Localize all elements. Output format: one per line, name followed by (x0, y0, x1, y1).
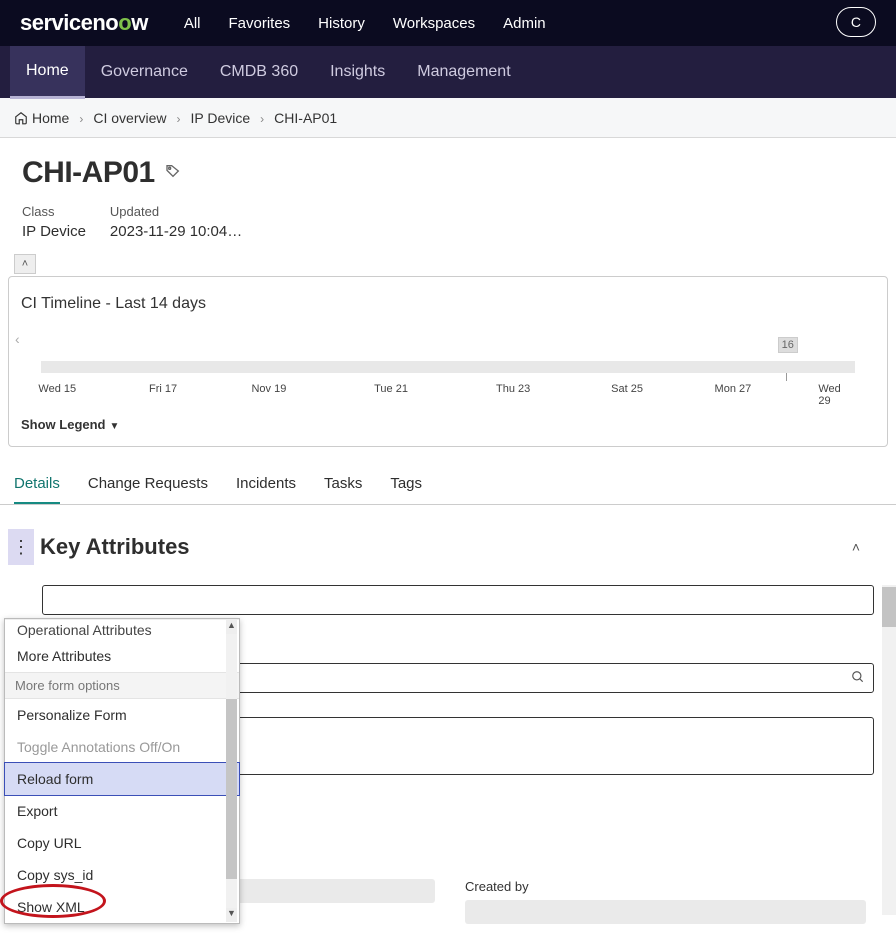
detail-tab-tasks[interactable]: Tasks (324, 465, 362, 504)
top-nav-favorites[interactable]: Favorites (228, 15, 290, 32)
brand-logo: servicenoow (20, 10, 148, 36)
updated-label: Updated (110, 204, 242, 219)
chevron-right-icon: › (260, 112, 264, 126)
crumb-ip-device[interactable]: IP Device (191, 110, 251, 126)
timeline-date: Tue 21 (374, 383, 408, 395)
detail-tab-incidents[interactable]: Incidents (236, 465, 296, 504)
page-title: CHI-AP01 (22, 156, 155, 190)
breadcrumb: Home › CI overview › IP Device › CHI-AP01 (0, 98, 896, 138)
top-nav-admin[interactable]: Admin (503, 15, 546, 32)
tab-governance[interactable]: Governance (85, 47, 204, 97)
collapse-toggle[interactable]: ˄ (14, 254, 36, 274)
menu-scroll-up-icon[interactable]: ▲ (226, 620, 237, 634)
menu-item-operational-attributes[interactable]: Operational Attributes (5, 619, 239, 640)
menu-item-export[interactable]: Export (5, 795, 239, 827)
context-menu: ▲ Operational Attributes More Attributes… (4, 618, 240, 924)
tab-insights[interactable]: Insights (314, 47, 401, 97)
detail-tab-tags[interactable]: Tags (390, 465, 422, 504)
create-button[interactable]: C (836, 7, 876, 37)
attribute-input-1[interactable] (42, 585, 874, 615)
tab-cmdb-360[interactable]: CMDB 360 (204, 47, 314, 97)
tag-icon[interactable] (165, 163, 181, 184)
menu-scroll-down-icon[interactable]: ▼ (226, 908, 237, 922)
tab-home[interactable]: Home (10, 46, 85, 99)
timeline-date: Wed 15 (38, 383, 76, 395)
created-by-field (465, 900, 866, 924)
more-actions-button[interactable]: ⋮ (8, 529, 34, 565)
top-nav-all[interactable]: All (184, 15, 201, 32)
timeline-date: Sat 25 (611, 383, 643, 395)
class-value: IP Device (22, 223, 86, 240)
menu-item-copy-url[interactable]: Copy URL (5, 827, 239, 859)
scrollbar-track[interactable] (882, 585, 896, 915)
chevron-right-icon: › (79, 112, 83, 126)
top-nav-workspaces[interactable]: Workspaces (393, 15, 475, 32)
detail-tabs: Details Change Requests Incidents Tasks Tags (0, 465, 896, 505)
detail-tab-change-requests[interactable]: Change Requests (88, 465, 208, 504)
menu-group-label: More form options (5, 672, 239, 699)
chevron-right-icon: › (177, 112, 181, 126)
section-title: Key Attributes (40, 534, 190, 560)
menu-item-personalize-form[interactable]: Personalize Form (5, 699, 239, 731)
timeline-title: CI Timeline - Last 14 days (21, 295, 875, 313)
workspace-tabs: HomeGovernanceCMDB 360InsightsManagement (0, 46, 896, 98)
collapse-section-icon[interactable]: ˄ (852, 539, 860, 555)
timeline-card: CI Timeline - Last 14 days ‹ 16 Wed 15 Fr… (8, 276, 888, 447)
search-icon[interactable] (851, 670, 865, 687)
crumb-chi-ap01: CHI-AP01 (274, 110, 337, 126)
menu-item-toggle-annotations-off-on[interactable]: Toggle Annotations Off/On (5, 731, 239, 763)
crumb-ci-overview[interactable]: CI overview (93, 110, 166, 126)
updated-value: 2023-11-29 10:04… (110, 223, 242, 240)
menu-item-copy-sys-id[interactable]: Copy sys_id (5, 859, 239, 891)
timeline-prev-icon[interactable]: ‹ (15, 331, 20, 347)
timeline-date: Mon 27 (715, 383, 752, 395)
timeline-date: Wed 29 (818, 383, 842, 407)
scrollbar-thumb[interactable] (882, 587, 896, 627)
menu-item-show-xml[interactable]: Show XML (5, 891, 239, 923)
top-nav-history[interactable]: History (318, 15, 365, 32)
home-icon (14, 111, 28, 125)
show-legend-toggle[interactable]: Show Legend▼ (21, 417, 875, 432)
created-by-label: Created by (465, 879, 866, 894)
crumb-home[interactable]: Home (32, 110, 69, 126)
menu-scrollbar-thumb[interactable] (226, 699, 237, 879)
timeline-axis: Wed 15 Fri 17 Nov 19 Tue 21 Thu 23 Sat 25 Mon … (41, 383, 855, 399)
detail-tab-details[interactable]: Details (14, 465, 60, 504)
timeline-track[interactable] (41, 361, 855, 373)
menu-item-reload-form[interactable]: Reload form (5, 763, 239, 795)
class-label: Class (22, 204, 86, 219)
top-nav: All Favorites History Workspaces Admin (184, 15, 546, 32)
timeline-date: Fri 17 (149, 383, 177, 395)
timeline-date: Thu 23 (496, 383, 530, 395)
menu-item-more-attributes[interactable]: More Attributes (5, 640, 239, 672)
timeline-marker[interactable]: 16 (778, 337, 798, 353)
timeline-date: Nov 19 (251, 383, 286, 395)
tab-management[interactable]: Management (401, 47, 526, 97)
